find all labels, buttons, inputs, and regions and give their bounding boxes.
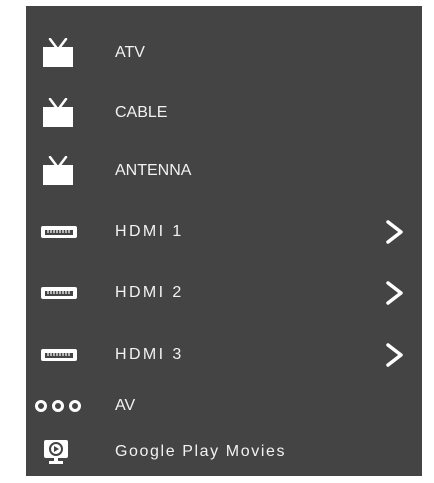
input-source-menu: ATV CABLE ANTENNA HDMI 1 HDMI 2 HDMI 3 A… [26, 6, 422, 476]
input-item-label: CABLE [115, 104, 168, 121]
google-play-movies-icon [44, 440, 68, 464]
chevron-right-icon[interactable] [385, 280, 405, 306]
hdmi-port-icon [41, 287, 77, 299]
input-item-label: ANTENNA [115, 162, 192, 179]
input-item-atv[interactable]: ATV [26, 28, 422, 78]
input-item-label: HDMI 2 [115, 284, 184, 301]
input-item-hdmi-3[interactable]: HDMI 3 [26, 330, 422, 380]
input-item-label: HDMI 1 [115, 223, 184, 240]
input-item-label: ATV [115, 44, 145, 61]
input-item-av[interactable]: AV [26, 381, 422, 431]
input-item-google-play-movies[interactable]: Google Play Movies [26, 427, 422, 477]
av-connector-icon [35, 400, 81, 412]
input-item-label: Google Play Movies [115, 443, 287, 460]
input-item-hdmi-2[interactable]: HDMI 2 [26, 268, 422, 318]
hdmi-port-icon [41, 226, 77, 238]
tv-icon [43, 38, 73, 67]
hdmi-port-icon [41, 349, 77, 361]
tv-icon [43, 156, 73, 185]
chevron-right-icon[interactable] [385, 219, 405, 245]
input-item-antenna[interactable]: ANTENNA [26, 146, 422, 196]
input-item-cable[interactable]: CABLE [26, 88, 422, 138]
input-item-hdmi-1[interactable]: HDMI 1 [26, 207, 422, 257]
input-item-label: AV [115, 397, 136, 414]
tv-icon [43, 98, 73, 127]
input-item-label: HDMI 3 [115, 346, 184, 363]
chevron-right-icon[interactable] [385, 342, 405, 368]
